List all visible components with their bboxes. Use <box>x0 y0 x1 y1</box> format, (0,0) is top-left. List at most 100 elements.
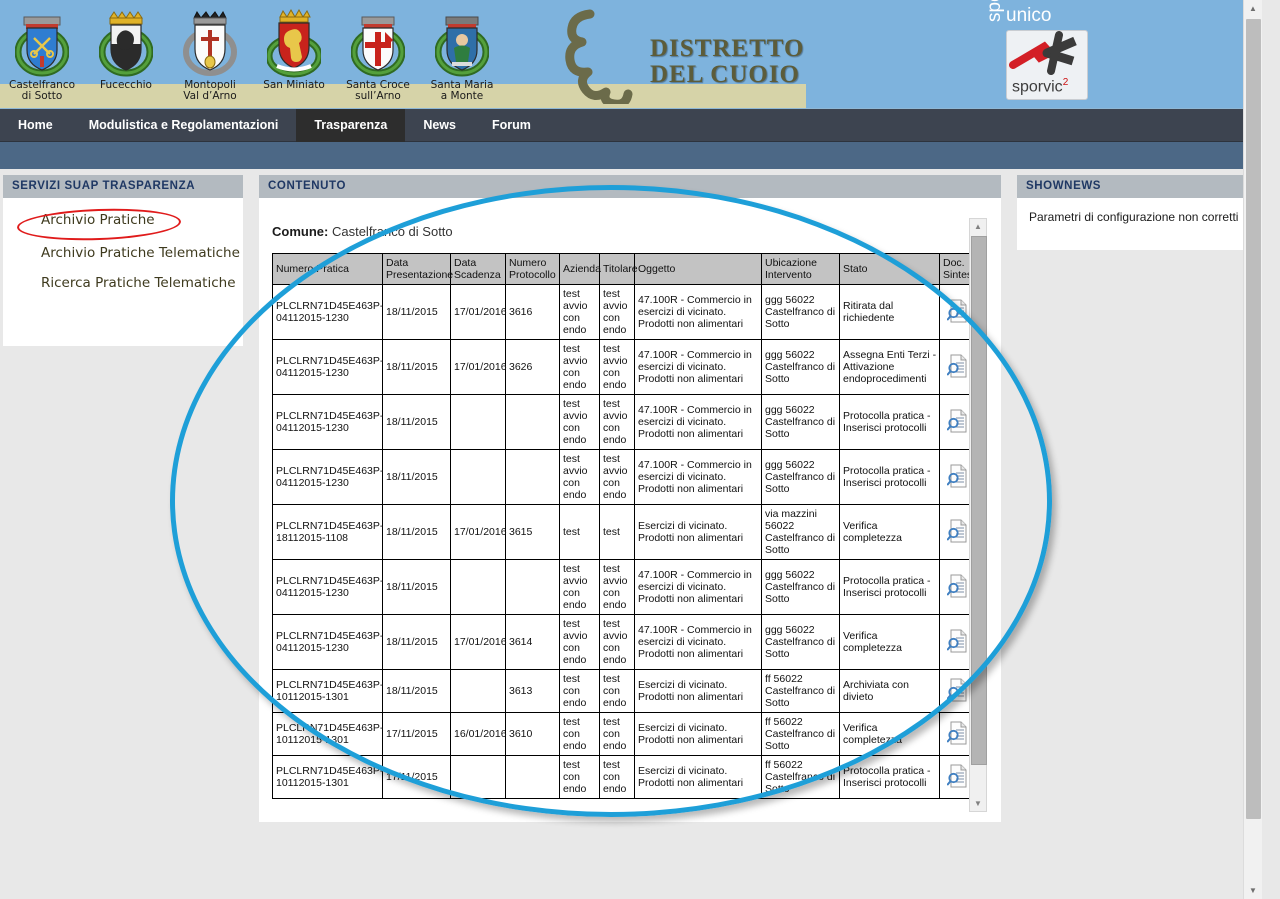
crest-label: Montopoli Val d’Arno <box>183 79 237 102</box>
cell-data-presentazione: 18/11/2015 <box>382 284 451 340</box>
site-header: Castelfranco di Sotto Fucecchio Montopol… <box>0 0 1262 108</box>
browser-scroll-up-icon[interactable]: ▲ <box>1244 0 1262 17</box>
document-search-icon[interactable] <box>946 519 969 543</box>
coat-of-arms-icon <box>351 4 405 78</box>
cell-stato: Assegna Enti Terzi - Attivazione endopro… <box>839 339 940 395</box>
sidebar-item-archivio-pratiche-telematiche[interactable]: Archivio Pratiche Telematiche <box>3 245 243 262</box>
table-row[interactable]: PLCLRN71D45E463P-10112015-1301 17/11/2015… <box>272 712 976 756</box>
col-oggetto[interactable]: Oggetto <box>634 253 762 285</box>
nav-item-modulistica[interactable]: Modulistica e Regolamentazioni <box>71 109 297 142</box>
cell-data-presentazione: 18/11/2015 <box>382 669 451 713</box>
col-stato[interactable]: Stato <box>839 253 940 285</box>
crest-santa-maria-a-monte[interactable]: Santa Maria a Monte <box>420 0 504 108</box>
coat-of-arms-icon <box>99 4 153 78</box>
cell-numero-pratica: PLCLRN71D45E463P-10112015-1301 <box>272 669 383 713</box>
cell-data-scadenza <box>450 669 506 713</box>
col-data-scadenza[interactable]: Data Scadenza <box>450 253 506 285</box>
cell-stato: Protocolla pratica - Inserisci protocoll… <box>839 449 940 505</box>
table-row[interactable]: PLCLRN71D45E463P-10112015-1301 18/11/2015… <box>272 669 976 713</box>
cell-data-presentazione: 17/11/2015 <box>382 712 451 756</box>
cell-data-scadenza: 17/01/2016 <box>450 504 507 560</box>
cell-numero-protocollo <box>505 449 560 505</box>
browser-vertical-scrollbar[interactable]: ▲ ▼ <box>1243 0 1262 899</box>
document-search-icon[interactable] <box>946 629 969 653</box>
cell-azienda: test con endo <box>559 669 600 713</box>
nav-item-news[interactable]: News <box>405 109 474 142</box>
left-sidebar-panel: SERVIZI SUAP TRASPARENZA Archivio Pratic… <box>3 175 243 346</box>
cell-numero-pratica: PLCLRN71D45E463P-04112015-1230 <box>272 394 383 450</box>
crest-label: Santa Maria a Monte <box>430 79 494 102</box>
pratiche-table-body: PLCLRN71D45E463P-04112015-1230 18/11/2015… <box>272 284 976 799</box>
cell-azienda: test <box>559 504 600 560</box>
document-search-icon[interactable] <box>946 409 969 433</box>
cell-data-scadenza <box>450 449 506 505</box>
col-azienda[interactable]: Azienda <box>559 253 601 285</box>
table-row[interactable]: PLCLRN71D45E463P-04112015-1230 18/11/2015… <box>272 284 976 340</box>
cell-ubicazione-intervento: ggg 56022 Castelfranco di Sotto <box>761 614 840 670</box>
cell-titolare: test <box>599 504 635 560</box>
distretto-del-cuoio-logo[interactable]: DISTRETTO DEL CUOIO <box>560 8 820 108</box>
nav-item-home[interactable]: Home <box>0 109 71 142</box>
sporvic-sportello-label: sportello <box>984 0 1006 22</box>
cell-azienda: test avvio con endo <box>559 614 600 670</box>
cell-data-presentazione: 18/11/2015 <box>382 394 451 450</box>
right-sidebar-panel: SHOWNEWS Parametri di configurazione non… <box>1017 175 1260 250</box>
browser-scroll-down-icon[interactable]: ▼ <box>1244 882 1262 899</box>
coat-of-arms-icon <box>267 4 321 78</box>
document-search-icon[interactable] <box>946 678 969 702</box>
cell-oggetto: 47.100R - Commercio in esercizi di vicin… <box>634 559 762 615</box>
document-search-icon[interactable] <box>946 764 969 788</box>
cell-numero-protocollo <box>505 559 560 615</box>
cell-data-presentazione: 18/11/2015 <box>382 449 451 505</box>
browser-scrollbar-thumb[interactable] <box>1246 19 1261 819</box>
sidebar-item-ricerca-pratiche-telematiche[interactable]: Ricerca Pratiche Telematiche <box>3 275 243 292</box>
page-root: Castelfranco di Sotto Fucecchio Montopol… <box>0 0 1262 899</box>
crest-castelfranco-di-sotto[interactable]: Castelfranco di Sotto <box>0 0 84 108</box>
table-row[interactable]: PLCLRN71D45E463P-04112015-1230 18/11/2015… <box>272 449 976 505</box>
cell-oggetto: Esercizi di vicinato. Prodotti non alime… <box>634 755 762 799</box>
scroll-down-arrow-icon[interactable]: ▼ <box>970 796 986 811</box>
document-search-icon[interactable] <box>946 574 969 598</box>
col-ubicazione-intervento[interactable]: Ubicazione Intervento <box>761 253 840 285</box>
crest-san-miniato[interactable]: San Miniato <box>252 0 336 108</box>
document-search-icon[interactable] <box>946 464 969 488</box>
table-row[interactable]: PLCLRN71D45E463P-10112015-1301 17/11/2015… <box>272 755 976 799</box>
crest-fucecchio[interactable]: Fucecchio <box>84 0 168 108</box>
col-numero-protocollo[interactable]: Numero Protocollo <box>505 253 560 285</box>
nav-item-trasparenza[interactable]: Trasparenza <box>296 109 406 142</box>
table-row[interactable]: PLCLRN71D45E463P-04112015-1230 18/11/2015… <box>272 339 976 395</box>
document-search-icon[interactable] <box>946 354 969 378</box>
cell-data-scadenza: 17/01/2016 <box>450 284 507 340</box>
sidebar-item-archivio-pratiche[interactable]: Archivio Pratiche <box>3 212 243 229</box>
table-row[interactable]: PLCLRN71D45E463P-18112015-1108 18/11/2015… <box>272 504 976 560</box>
cell-titolare: test con endo <box>599 669 635 713</box>
crest-montopoli-val-darno[interactable]: Montopoli Val d’Arno <box>168 0 252 108</box>
col-data-presentazione[interactable]: Data Presentazione <box>382 253 453 285</box>
document-search-icon[interactable] <box>946 299 969 323</box>
content-panel-title: CONTENUTO <box>259 175 1001 198</box>
cell-ubicazione-intervento: ggg 56022 Castelfranco di Sotto <box>761 284 840 340</box>
sporvic-logo[interactable]: sportello unico sporvic2 <box>984 0 1098 100</box>
content-panel-body: Comune: Castelfranco di Sotto Numero Pra… <box>259 198 1001 822</box>
cell-numero-protocollo: 3614 <box>505 614 560 670</box>
nav-item-forum[interactable]: Forum <box>474 109 549 142</box>
col-titolare[interactable]: Titolare <box>599 253 638 285</box>
table-row[interactable]: PLCLRN71D45E463P-04112015-1230 18/11/2015… <box>272 394 976 450</box>
scroll-up-arrow-icon[interactable]: ▲ <box>970 219 986 234</box>
cell-data-scadenza: 16/01/2016 <box>450 712 507 756</box>
table-row[interactable]: PLCLRN71D45E463P-04112015-1230 18/11/2015… <box>272 614 976 670</box>
content-vertical-scrollbar[interactable]: ▲ ▼ <box>969 218 987 812</box>
comune-value: Castelfranco di Sotto <box>331 224 453 239</box>
sporvic-unico-label: unico <box>1006 5 1052 26</box>
coat-of-arms-icon <box>15 4 69 78</box>
cell-azienda: test con endo <box>559 712 600 756</box>
col-numero-pratica[interactable]: Numero Pratica <box>272 253 383 285</box>
cell-oggetto: Esercizi di vicinato. Prodotti non alime… <box>634 504 762 560</box>
crest-santa-croce-sullarno[interactable]: Santa Croce sull’Arno <box>336 0 420 108</box>
cell-numero-pratica: PLCLRN71D45E463P-04112015-1230 <box>272 339 383 395</box>
document-search-icon[interactable] <box>946 721 969 745</box>
cell-stato: Ritirata dal richiedente <box>839 284 940 340</box>
table-row[interactable]: PLCLRN71D45E463P-04112015-1230 18/11/2015… <box>272 559 976 615</box>
scrollbar-thumb[interactable] <box>971 236 987 765</box>
coat-of-arms-icon <box>183 4 237 78</box>
